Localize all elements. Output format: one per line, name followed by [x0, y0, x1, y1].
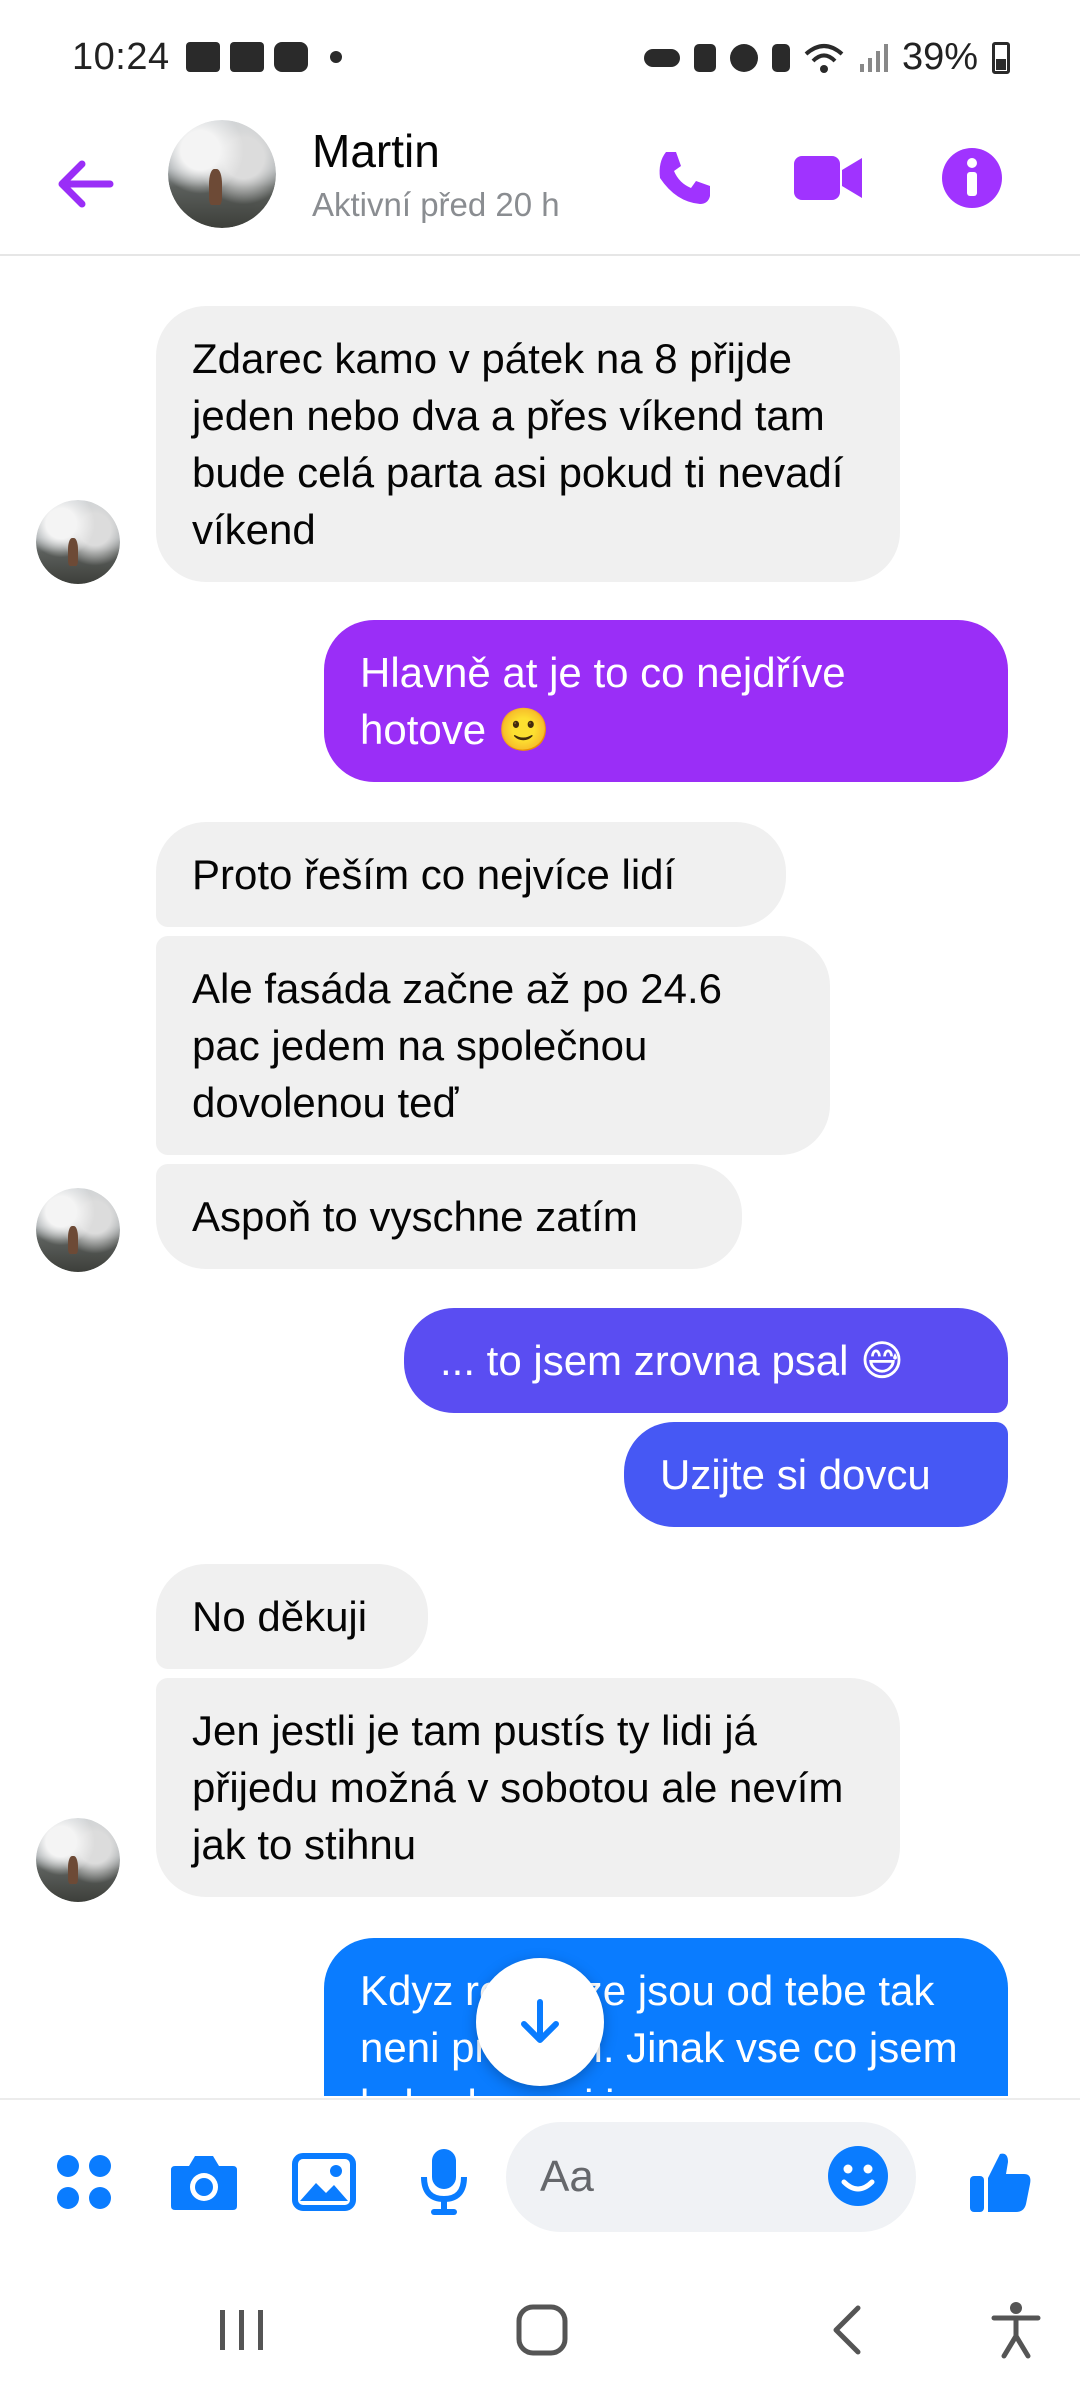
message-input-placeholder: Aa: [540, 2152, 594, 2201]
like-button[interactable]: [962, 2144, 1038, 2220]
info-icon: [942, 148, 1002, 208]
incoming-message[interactable]: Aspoň to vyschne zatím: [156, 1164, 742, 1269]
bluetooth-icon: [771, 43, 790, 72]
more-actions-button[interactable]: [46, 2144, 122, 2220]
avatar-photo: [36, 1818, 120, 1902]
incoming-message[interactable]: Ale fasáda začne až po 24.6 pac jedem na…: [156, 936, 830, 1155]
outgoing-message[interactable]: Hlavně at je to co nejdříve hotove 🙂: [324, 620, 1008, 782]
home-button[interactable]: [502, 2298, 582, 2362]
avatar-photo: [36, 1188, 120, 1272]
image-icon: [292, 2153, 356, 2211]
device-notification-icon: [230, 42, 264, 72]
video-camera-icon: [794, 156, 862, 200]
contact-activity-status: Aktivní před 20 h: [312, 186, 560, 223]
back-nav-button[interactable]: [806, 2298, 886, 2362]
conversation-info-button[interactable]: [932, 138, 1012, 218]
contact-avatar[interactable]: [168, 120, 276, 228]
sender-avatar[interactable]: [36, 500, 120, 584]
battery-icon: [992, 41, 1010, 74]
message-list[interactable]: Zdarec kamo v pátek na 8 přijde jeden ne…: [0, 258, 1080, 2096]
video-call-button[interactable]: [788, 138, 868, 218]
outgoing-message[interactable]: Kdyz rekou ze jsou od tebe tak neni prob…: [324, 1938, 1008, 2096]
system-icons: 39%: [643, 36, 1010, 79]
wifi-icon: [804, 43, 844, 73]
voice-call-button[interactable]: [644, 138, 724, 218]
four-dots-menu-icon: [57, 2155, 111, 2209]
chat-header: Martin Aktivní před 20 h: [0, 120, 1080, 256]
incoming-message[interactable]: Jen jestli je tam pustís ty lidi já přij…: [156, 1678, 900, 1897]
contact-name[interactable]: Martin: [312, 124, 440, 178]
avatar-photo: [168, 120, 276, 228]
microphone-icon: [421, 2149, 467, 2215]
incoming-message[interactable]: Zdarec kamo v pátek na 8 přijde jeden ne…: [156, 306, 900, 582]
sender-avatar[interactable]: [36, 1818, 120, 1902]
scroll-to-bottom-button[interactable]: [476, 1958, 604, 2086]
outgoing-message[interactable]: Uzijte si dovcu: [624, 1422, 1008, 1527]
accessibility-button[interactable]: [976, 2298, 1056, 2362]
avatar-photo: [36, 500, 120, 584]
smiley-icon: [828, 2146, 888, 2206]
battery-saver-icon: [693, 43, 716, 72]
phone-icon: [659, 152, 710, 204]
message-input[interactable]: Aa: [506, 2122, 916, 2232]
emoji-button[interactable]: [820, 2138, 896, 2214]
camera-button[interactable]: [166, 2144, 242, 2220]
system-navigation-bar: [0, 2258, 1080, 2400]
message-composer: Aa: [0, 2098, 1080, 2258]
gallery-button[interactable]: [286, 2144, 362, 2220]
signal-icon: [859, 43, 888, 72]
thumbs-up-icon: [970, 2153, 1031, 2212]
outgoing-message[interactable]: ... to jsem zrovna psal 😅: [404, 1308, 1008, 1413]
incoming-message[interactable]: Proto řeším co nejvíce lidí: [156, 822, 786, 927]
youtube-notification-icon: [274, 42, 308, 72]
accessibility-icon: [991, 2302, 1041, 2359]
back-button[interactable]: [50, 148, 122, 220]
home-icon: [516, 2304, 568, 2356]
incoming-message[interactable]: No děkuji: [156, 1564, 428, 1669]
key-icon: [643, 48, 680, 67]
battery-percentage: 39%: [901, 36, 978, 78]
arrow-down-icon: [521, 1999, 559, 2043]
sender-avatar[interactable]: [36, 1188, 120, 1272]
arrow-left-icon: [58, 160, 114, 208]
recent-apps-icon: [220, 2310, 263, 2350]
chevron-left-icon: [833, 2305, 861, 2355]
camera-icon: [171, 2156, 237, 2210]
status-bar: 10:24 39%: [0, 0, 1080, 120]
gallery-notification-icon: [186, 42, 220, 72]
more-notifications-icon: [330, 51, 342, 63]
notification-icons: [186, 42, 342, 72]
status-time: 10:24: [72, 36, 170, 78]
alarm-icon: [729, 43, 758, 72]
voice-message-button[interactable]: [406, 2144, 482, 2220]
recent-apps-button[interactable]: [202, 2298, 282, 2362]
